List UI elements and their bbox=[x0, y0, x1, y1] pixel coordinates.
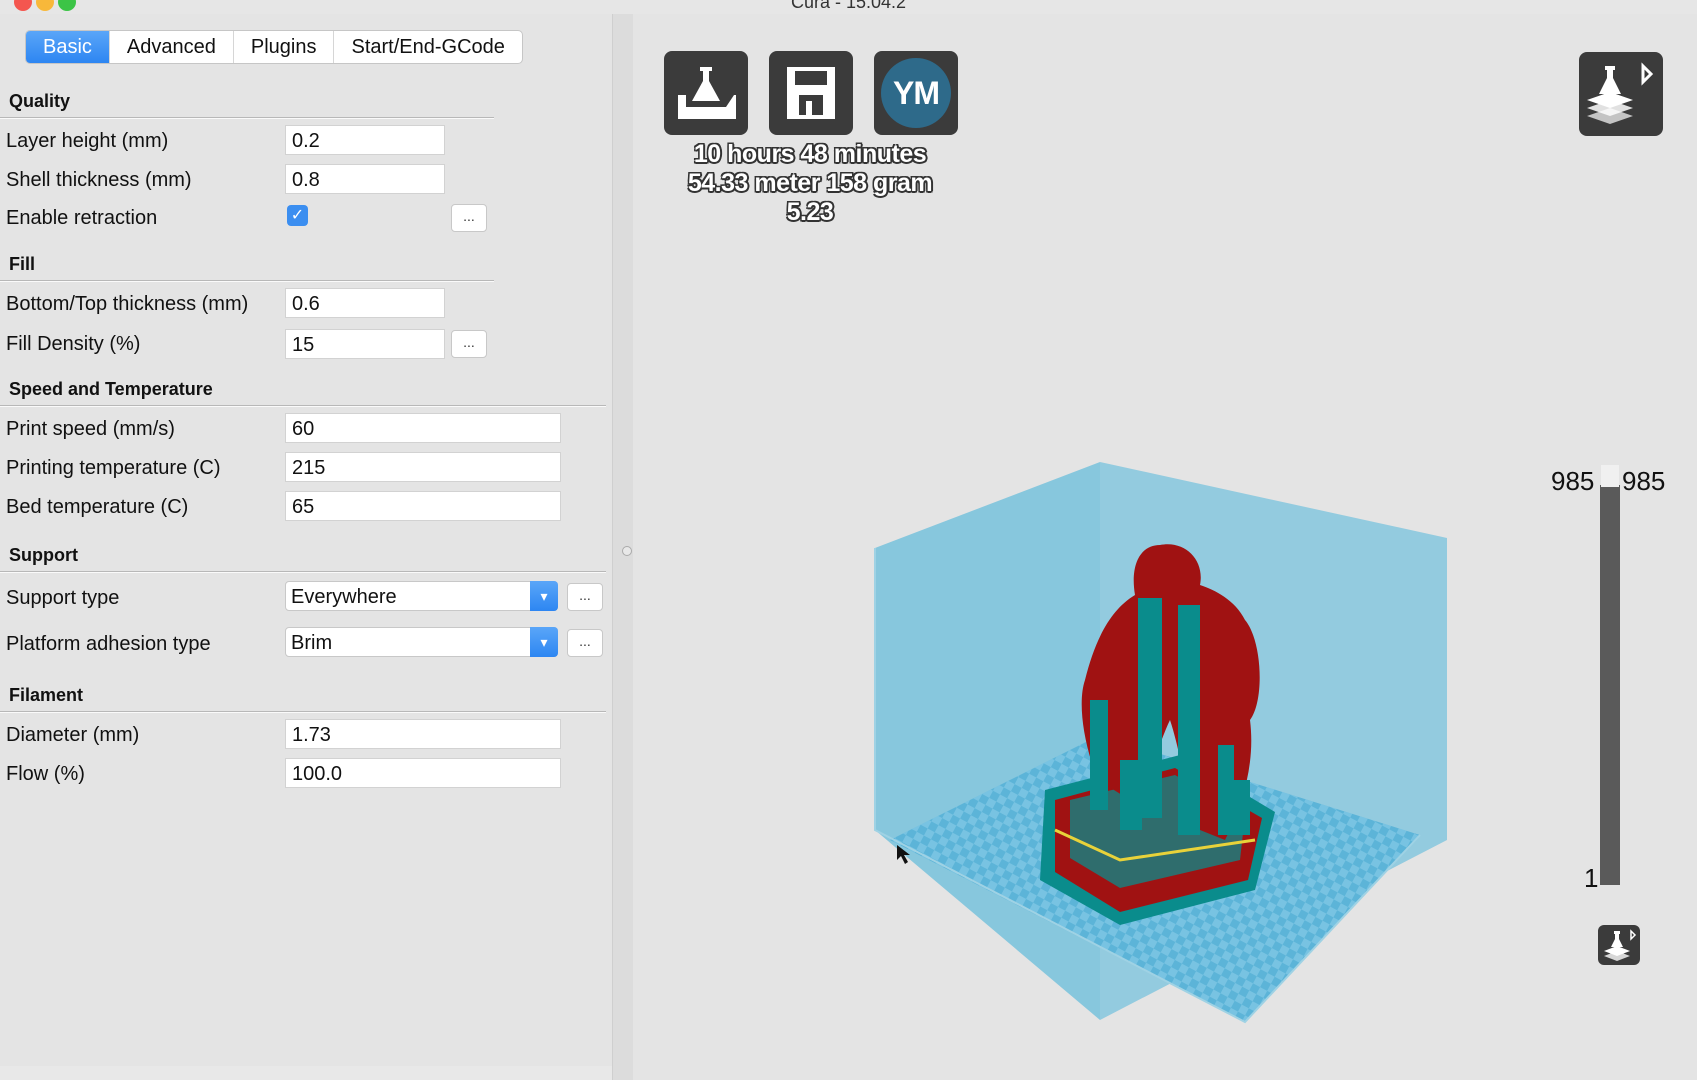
material-usage: 54.33 meter 158 gram bbox=[687, 169, 933, 197]
bed-temperature-field[interactable]: 65 bbox=[285, 491, 561, 521]
section-fill-title: Fill bbox=[9, 254, 35, 274]
printing-temperature-field[interactable]: 215 bbox=[285, 452, 561, 482]
printing-temperature-label: Printing temperature (C) bbox=[6, 457, 221, 479]
flow-field[interactable]: 100.0 bbox=[285, 758, 561, 788]
ym-label: YM bbox=[881, 58, 951, 128]
section-speed-title: Speed and Temperature bbox=[9, 379, 213, 399]
chevron-down-icon: ▾ bbox=[530, 581, 558, 611]
save-gcode-button[interactable] bbox=[769, 51, 853, 135]
view-mode-button[interactable] bbox=[1579, 52, 1663, 136]
splitter-handle[interactable] bbox=[622, 546, 632, 556]
tab-basic[interactable]: Basic bbox=[26, 31, 110, 63]
layer-max-label: 985 bbox=[1622, 466, 1666, 496]
section-support-title: Support bbox=[9, 545, 78, 565]
support-pillar bbox=[1178, 605, 1200, 835]
divider bbox=[0, 711, 606, 713]
chevron-down-icon: ▾ bbox=[530, 627, 558, 657]
print-speed-field[interactable]: 60 bbox=[285, 413, 561, 443]
divider bbox=[0, 571, 606, 573]
enable-retraction-checkbox[interactable]: ✓ bbox=[287, 205, 308, 226]
enable-retraction-label: Enable retraction bbox=[6, 207, 158, 229]
bottom-top-thickness-field[interactable]: 0.6 bbox=[285, 288, 445, 318]
settings-tabs: Basic Advanced Plugins Start/End-GCode bbox=[25, 30, 523, 64]
tab-start-end-gcode[interactable]: Start/End-GCode bbox=[334, 31, 521, 63]
support-pillar bbox=[1218, 745, 1234, 835]
layer-height-field[interactable]: 0.2 bbox=[285, 125, 445, 155]
platform-adhesion-value: Brim bbox=[291, 632, 333, 654]
adhesion-settings-button[interactable]: ... bbox=[567, 629, 603, 657]
fill-density-label: Fill Density (%) bbox=[6, 333, 141, 355]
print-cost: 5.23 bbox=[786, 198, 834, 226]
layer-slider-track[interactable] bbox=[1600, 485, 1620, 885]
support-type-value: Everywhere bbox=[291, 586, 397, 608]
tab-advanced[interactable]: Advanced bbox=[110, 31, 234, 63]
support-type-select[interactable]: Everywhere ▾ bbox=[285, 581, 558, 611]
youmagine-button[interactable]: YM bbox=[874, 51, 958, 135]
print-time: 10 hours 48 minutes bbox=[693, 140, 927, 168]
section-filament-title: Filament bbox=[9, 685, 84, 705]
divider bbox=[0, 405, 606, 407]
layer-height-label: Layer height (mm) bbox=[6, 130, 169, 152]
window-title: Cura - 15.04.2 bbox=[790, 0, 907, 12]
diameter-label: Diameter (mm) bbox=[6, 724, 140, 746]
bottom-top-thickness-label: Bottom/Top thickness (mm) bbox=[6, 293, 249, 315]
tab-plugins[interactable]: Plugins bbox=[234, 31, 335, 63]
bed-temperature-label: Bed temperature (C) bbox=[6, 496, 189, 518]
divider bbox=[0, 280, 494, 282]
fill-settings-button[interactable]: ... bbox=[451, 330, 487, 358]
load-model-button[interactable] bbox=[664, 51, 748, 135]
layers-view-icon bbox=[1604, 929, 1637, 961]
build-volume-left-wall bbox=[875, 462, 1100, 1020]
platform-adhesion-label: Platform adhesion type bbox=[6, 633, 211, 655]
layer-bottom-label: 1 bbox=[1584, 863, 1599, 893]
platform-adhesion-select[interactable]: Brim ▾ bbox=[285, 627, 558, 657]
layers-view-icon bbox=[1587, 62, 1654, 124]
section-quality-title: Quality bbox=[9, 91, 71, 111]
support-type-label: Support type bbox=[6, 587, 120, 609]
retraction-settings-button[interactable]: ... bbox=[451, 204, 487, 232]
divider bbox=[0, 117, 494, 119]
layer-slider-handle[interactable] bbox=[1601, 465, 1619, 487]
save-gcode-icon bbox=[787, 67, 835, 119]
flow-label: Flow (%) bbox=[6, 763, 85, 785]
layer-min-label: 985 bbox=[1551, 466, 1595, 496]
fill-density-field[interactable]: 15 bbox=[285, 329, 445, 359]
support-settings-button[interactable]: ... bbox=[567, 583, 603, 611]
load-model-icon bbox=[678, 67, 736, 119]
support-pillar bbox=[1090, 700, 1108, 810]
layer-view-toggle-button[interactable] bbox=[1598, 925, 1640, 965]
shell-thickness-label: Shell thickness (mm) bbox=[6, 169, 192, 191]
support-pillar bbox=[1120, 760, 1142, 830]
print-statistics: 10 hours 48 minutes 54.33 meter 158 gram… bbox=[660, 140, 960, 227]
print-speed-label: Print speed (mm/s) bbox=[6, 418, 175, 440]
support-pillar bbox=[1232, 780, 1250, 835]
shell-thickness-field[interactable]: 0.8 bbox=[285, 164, 445, 194]
title-bar: Cura - 15.04.2 bbox=[0, 0, 1697, 14]
diameter-field[interactable]: 1.73 bbox=[285, 719, 561, 749]
